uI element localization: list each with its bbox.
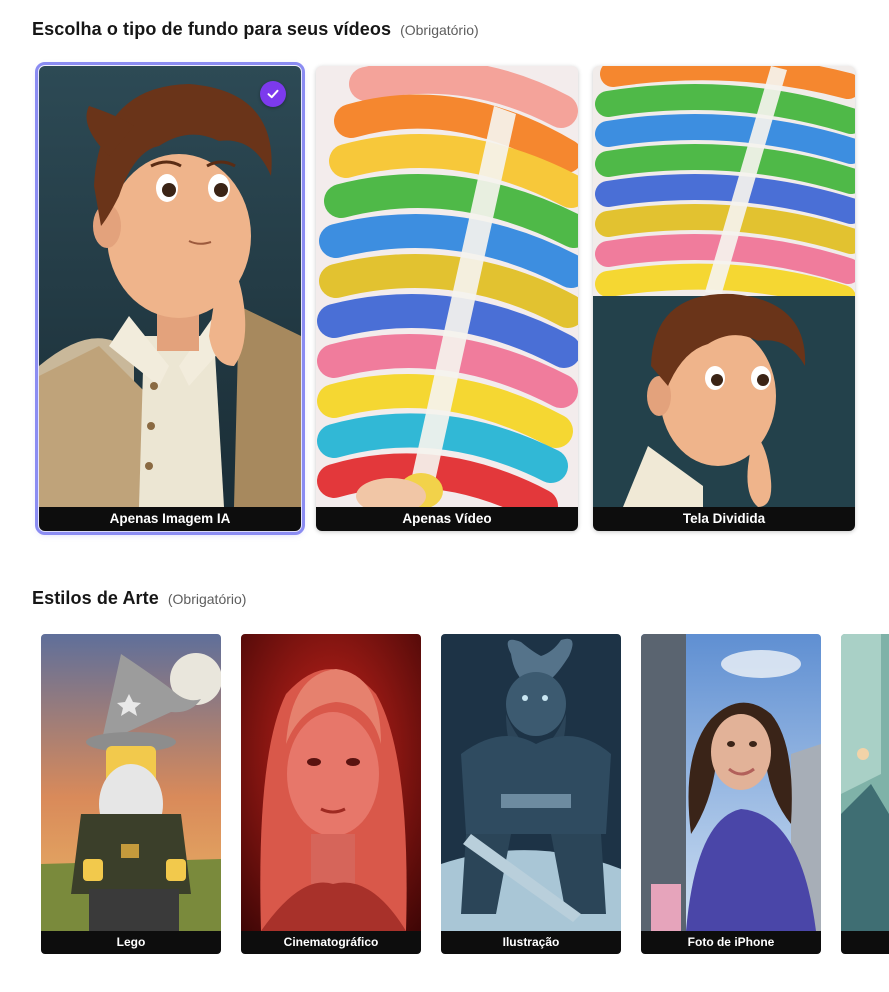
art-style-label <box>841 931 889 954</box>
check-icon <box>267 89 279 99</box>
art-style-partial[interactable] <box>841 634 889 954</box>
background-option-label: Apenas Vídeo <box>316 507 578 531</box>
background-type-title: Escolha o tipo de fundo para seus vídeos <box>32 19 392 39</box>
art-styles-carousel[interactable]: Lego Cinematográfico Ilustração Foto de … <box>41 634 889 956</box>
viking-warrior-thumbnail <box>441 634 621 931</box>
art-styles-header: Estilos de Arte (Obrigatório) <box>32 588 246 609</box>
rainbow-jelly-thumbnail <box>316 66 578 507</box>
lego-wizard-thumbnail <box>41 634 221 931</box>
art-style-label: Cinematográfico <box>241 931 421 954</box>
cartoon-boy-thumbnail <box>39 66 301 507</box>
background-type-required: (Obrigatório) <box>400 22 479 38</box>
background-type-header: Escolha o tipo de fundo para seus vídeos… <box>32 19 479 40</box>
background-option-label: Apenas Imagem IA <box>39 507 301 531</box>
partial-cartoon-thumbnail <box>841 634 889 931</box>
art-style-lego[interactable]: Lego <box>41 634 221 954</box>
art-style-illustration[interactable]: Ilustração <box>441 634 621 954</box>
art-style-label: Foto de iPhone <box>641 931 821 954</box>
selected-check-badge <box>260 81 286 107</box>
background-option-ai-image[interactable]: Apenas Imagem IA <box>35 62 305 535</box>
background-option-split-screen[interactable]: Tela Dividida <box>593 66 855 531</box>
art-style-cinematic[interactable]: Cinematográfico <box>241 634 421 954</box>
background-option-video[interactable]: Apenas Vídeo <box>316 66 578 531</box>
art-styles-title: Estilos de Arte <box>32 588 159 608</box>
iphone-selfie-thumbnail <box>641 634 821 931</box>
art-style-label: Ilustração <box>441 931 621 954</box>
background-option-label: Tela Dividida <box>593 507 855 531</box>
split-screen-thumbnail <box>593 66 855 507</box>
art-style-iphone-photo[interactable]: Foto de iPhone <box>641 634 821 954</box>
art-styles-required: (Obrigatório) <box>167 591 247 607</box>
art-style-label: Lego <box>41 931 221 954</box>
cinematic-portrait-thumbnail <box>241 634 421 931</box>
